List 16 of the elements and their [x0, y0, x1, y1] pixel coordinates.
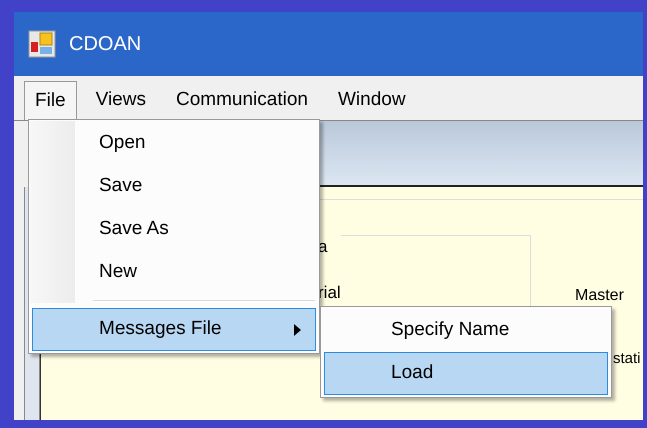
menu-item[interactable]: Messages File: [32, 308, 316, 351]
menu-item[interactable]: Save As: [32, 208, 316, 251]
menu-bar-item[interactable]: Communication: [164, 81, 319, 120]
window-title: CDOAN: [69, 32, 142, 57]
form-label: Master: [575, 286, 624, 306]
app-icon: [28, 30, 56, 58]
menu-bar-item[interactable]: File: [24, 81, 77, 120]
menu-item[interactable]: Load: [324, 352, 608, 395]
menu-item[interactable]: Specify Name: [324, 309, 608, 352]
form-label: stati: [613, 349, 641, 369]
menu-item[interactable]: Save: [32, 165, 316, 208]
menu-bar-item[interactable]: Views: [84, 81, 157, 120]
menu-item[interactable]: New: [32, 251, 316, 294]
submenu-arrow-icon: [294, 324, 301, 336]
menu-bar-item[interactable]: Window: [326, 81, 417, 120]
menu-item[interactable]: Open: [32, 122, 316, 165]
